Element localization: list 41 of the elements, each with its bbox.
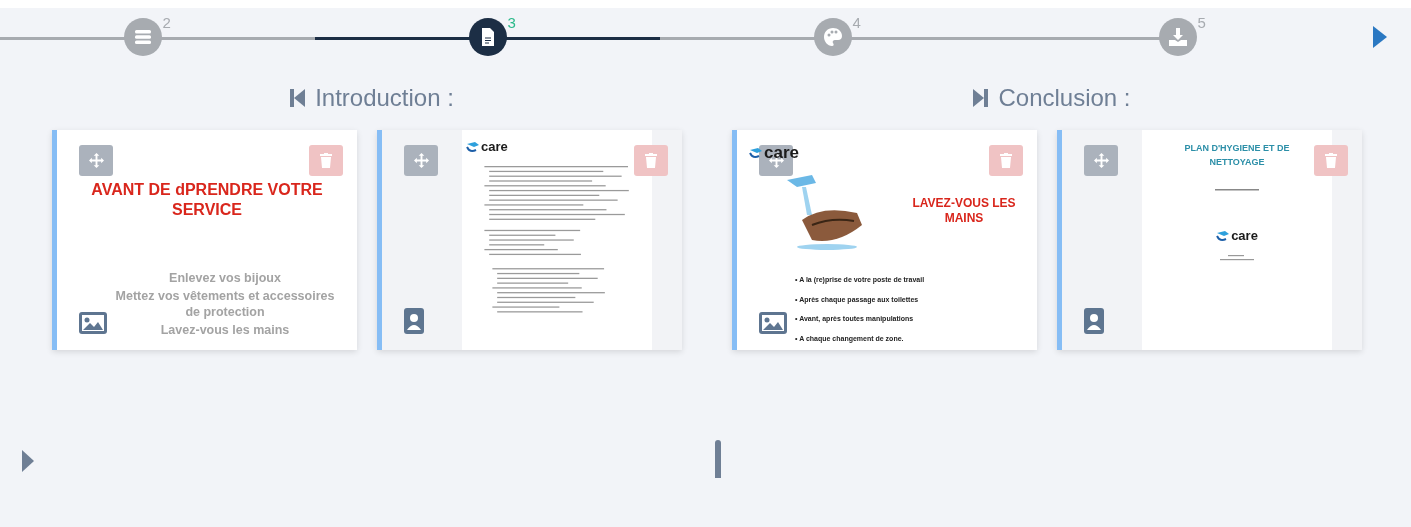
delete-button[interactable] xyxy=(634,145,668,176)
slide-text: Enlevez vos bijoux xyxy=(168,270,282,287)
document-title: PLAN D'HYGIENE ET DE NETTOYAGE xyxy=(1183,142,1291,169)
trash-icon xyxy=(320,153,332,168)
logo: care xyxy=(1216,226,1258,246)
slide-text: Mettez vos vêtements et accessoires de protection xyxy=(114,289,336,321)
move-icon xyxy=(88,153,104,168)
section-title: Introduction : xyxy=(315,83,454,113)
resize-handle[interactable] xyxy=(715,440,721,478)
move-icon xyxy=(1093,153,1109,168)
slide-text: Lavez-vous les mains xyxy=(159,323,291,339)
logo: care xyxy=(749,140,799,166)
contact-icon xyxy=(1084,308,1104,334)
text-line-drawing xyxy=(1220,255,1254,261)
contact-icon xyxy=(404,308,424,334)
step-number: 3 xyxy=(507,13,516,33)
palette-icon xyxy=(822,27,843,47)
text-line-drawing xyxy=(1215,189,1259,191)
step-number: 5 xyxy=(1197,13,1206,33)
move-icon xyxy=(413,153,429,168)
trash-icon xyxy=(645,153,657,168)
slide-title: AVANT DE dPRENDRE VOTRE SERVICE xyxy=(90,180,324,220)
section-title: Conclusion : xyxy=(998,83,1131,113)
expand-arrow-icon[interactable] xyxy=(22,450,34,472)
step-number: 2 xyxy=(162,13,171,33)
step-number: 4 xyxy=(852,13,861,33)
list-icon xyxy=(132,27,153,47)
delete-button[interactable] xyxy=(309,145,343,176)
next-arrow-icon[interactable] xyxy=(1373,26,1387,48)
step-button[interactable] xyxy=(468,18,507,56)
download-icon xyxy=(1167,27,1188,47)
trash-icon xyxy=(1000,153,1012,168)
image-icon xyxy=(759,312,787,334)
delete-button[interactable] xyxy=(989,145,1023,176)
first-icon xyxy=(290,89,306,107)
delete-button[interactable] xyxy=(1314,145,1348,176)
image-icon xyxy=(79,312,107,334)
logo: care xyxy=(466,137,508,157)
slide-title: LAVEZ-VOUS LES MAINS xyxy=(911,196,1017,226)
last-icon xyxy=(973,89,989,107)
trash-icon xyxy=(1325,153,1337,168)
